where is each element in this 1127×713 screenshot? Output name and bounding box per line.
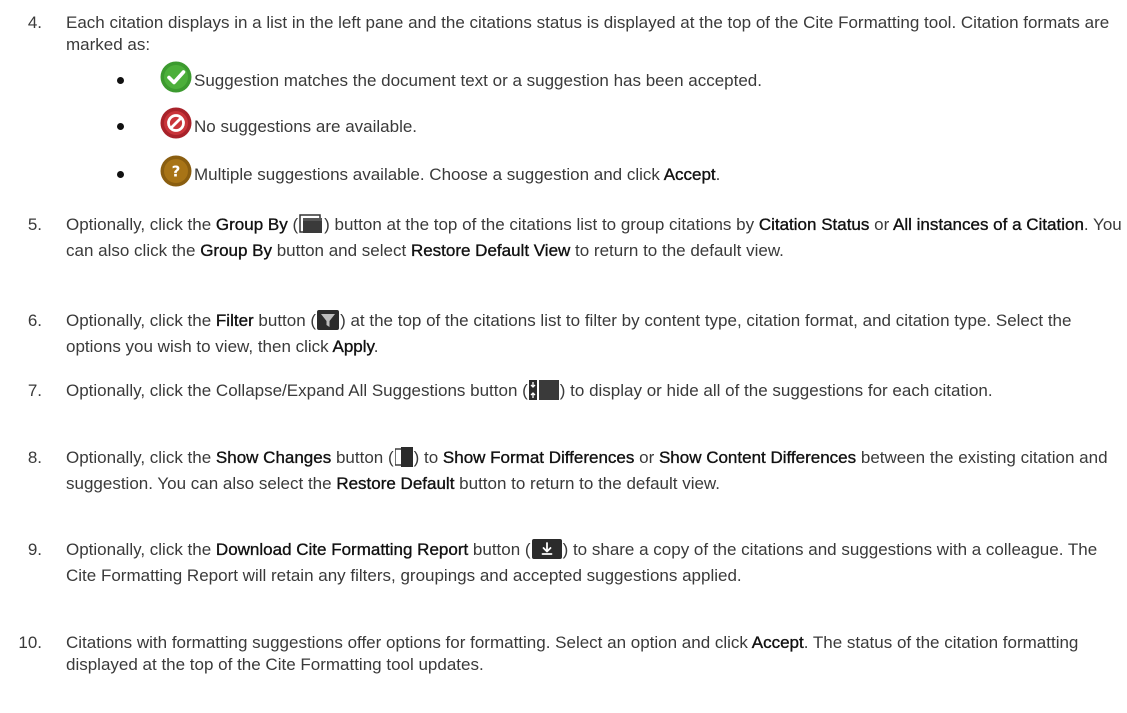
text-run: ( [287, 215, 299, 234]
download-icon [531, 539, 562, 565]
ui-term: Accept [751, 633, 804, 652]
text-run: Optionally, click the Collapse/Expand Al… [66, 381, 528, 400]
text-run: Suggestion matches the document text or … [194, 71, 762, 90]
group-by-icon [299, 214, 323, 240]
step-text: Optionally, click the Show Changes butto… [66, 447, 1124, 495]
step-text: Optionally, click the Filter button () a… [66, 310, 1124, 358]
text-run: Multiple suggestions available. Choose a… [194, 165, 664, 184]
legend-text: Suggestion matches the document text or … [194, 70, 762, 92]
check-icon [160, 61, 192, 93]
bullet [117, 171, 124, 178]
step-text: Optionally, click the Download Cite Form… [66, 539, 1124, 587]
text-run: or [869, 215, 894, 234]
step-number: 6. [27, 311, 42, 330]
text-run: ) button at the top of the citations lis… [324, 215, 759, 234]
ui-term: Download Cite Formatting Report [215, 540, 469, 559]
text-run: button to return to the default view. [454, 474, 720, 493]
step-number: 7. [27, 381, 42, 400]
text-run: Optionally, click the [66, 540, 216, 559]
no-entry-icon [160, 107, 192, 139]
step-text: Optionally, click the Group By ( ) button… [66, 214, 1124, 262]
ui-term: Group By [215, 215, 288, 234]
collapse-expand-icon [528, 380, 559, 406]
ui-term: Filter [215, 311, 254, 330]
ui-term: Group By [200, 241, 272, 260]
legend-item-matched: Suggestion matches the document text or … [0, 61, 1127, 101]
show-changes-icon [393, 447, 413, 473]
ui-term: Show Changes [215, 448, 332, 467]
help-document: 4. Each citation displays in a list in t… [0, 0, 1127, 713]
ui-term: All instances of a Citation [893, 215, 1084, 234]
text-run: button ( [468, 540, 531, 559]
legend-text: Multiple suggestions available. Choose a… [194, 164, 720, 186]
step-text: Each citation displays in a list in the … [66, 12, 1124, 56]
text-run: ) to [413, 448, 443, 467]
ui-term: Show Format Differences [442, 448, 635, 467]
ui-term: Show Content Differences [658, 448, 857, 467]
filter-icon [317, 310, 340, 336]
step-text: Citations with formatting suggestions of… [66, 632, 1124, 676]
ui-term: Citation Status [758, 215, 870, 234]
ui-term: Restore Default [336, 474, 455, 493]
text-run: button ( [253, 311, 317, 330]
ui-term: Restore Default View [410, 241, 571, 260]
question-icon: ? [160, 155, 192, 187]
text-run: . [373, 337, 379, 356]
text-run: Optionally, click the [66, 311, 216, 330]
step-number: 9. [27, 540, 42, 559]
legend-item-none: No suggestions are available. [0, 107, 1127, 147]
text-run: No suggestions are available. [194, 117, 418, 136]
ui-term: Accept [663, 165, 716, 184]
svg-text:?: ? [172, 163, 181, 181]
text-run: ) to display or hide all of the suggesti… [559, 381, 993, 400]
text-run: to return to the default view. [570, 241, 784, 260]
ui-term: Apply [332, 337, 374, 356]
text-run: Optionally, click the [66, 448, 216, 467]
legend-text: No suggestions are available. [194, 116, 417, 138]
step-number: 4. [27, 13, 42, 32]
text-run: Each citation displays in a list in the … [66, 13, 1110, 54]
step-text: Optionally, click the Collapse/Expand Al… [66, 380, 1124, 406]
text-run: or [634, 448, 659, 467]
step-number: 8. [27, 448, 42, 467]
text-run: Optionally, click the [66, 215, 216, 234]
step-number: 10. [18, 633, 42, 652]
text-run: Citations with formatting suggestions of… [66, 633, 752, 652]
step-number: 5. [27, 215, 42, 234]
text-run: . [715, 165, 721, 184]
bullet [117, 123, 124, 130]
text-run: button and select [272, 241, 411, 260]
text-run: button ( [331, 448, 394, 467]
bullet [117, 77, 124, 84]
legend-item-multiple: ? Multiple suggestions available. Choose… [0, 155, 1127, 195]
